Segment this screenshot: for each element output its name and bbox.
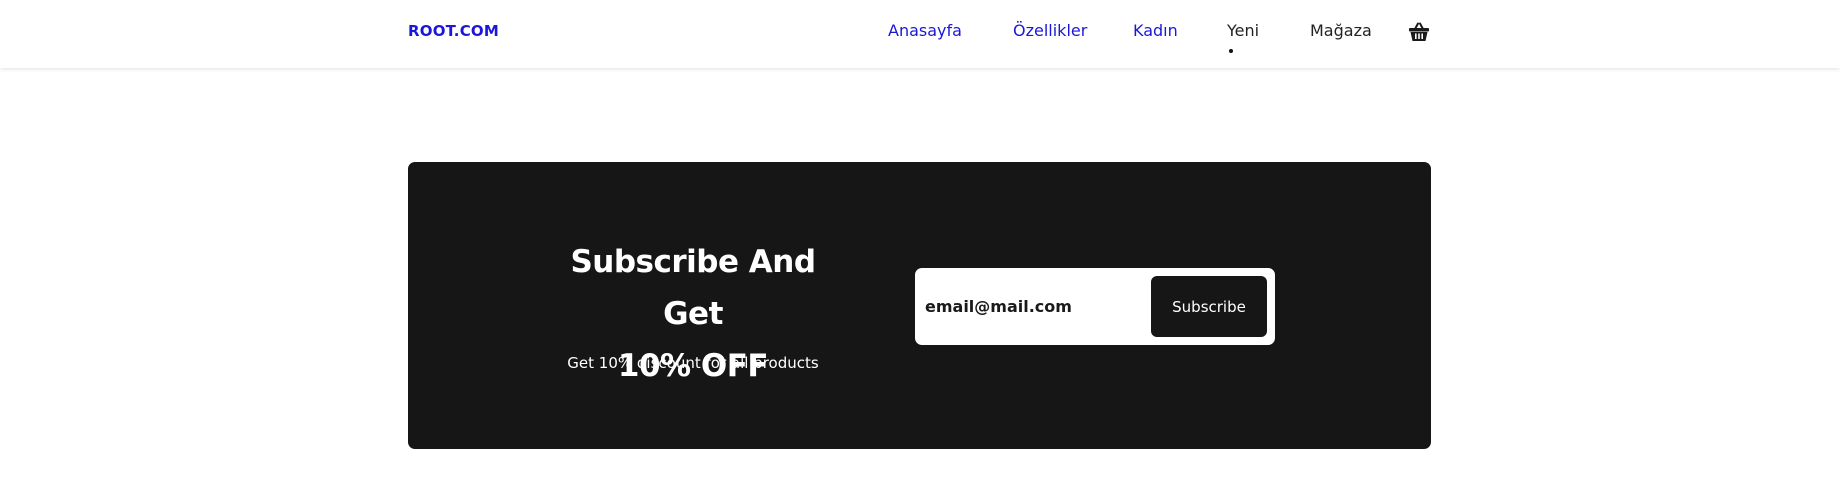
nav-item-kadin[interactable]: Kadın: [1133, 21, 1178, 40]
subscribe-subtext: Get 10% discount for all products: [567, 354, 819, 372]
subscribe-heading-line1: Subscribe And Get: [570, 244, 816, 332]
subscribe-banner: Subscribe And Get 10% OFF Get 10% discou…: [408, 162, 1431, 449]
site-logo[interactable]: ROOT.COM: [408, 22, 499, 40]
nav-item-anasayfa[interactable]: Anasayfa: [888, 21, 962, 40]
active-indicator-dot: [1229, 49, 1233, 53]
nav-item-magaza[interactable]: Mağaza: [1310, 21, 1372, 40]
subscribe-button[interactable]: Subscribe: [1151, 276, 1267, 337]
page: ROOT.COM Anasayfa Özellikler Kadın Yeni …: [0, 0, 1840, 499]
top-navbar: ROOT.COM Anasayfa Özellikler Kadın Yeni …: [0, 0, 1840, 68]
nav-item-yeni-label: Yeni: [1227, 21, 1260, 40]
nav-item-ozellikler[interactable]: Özellikler: [1013, 21, 1087, 40]
email-input[interactable]: [925, 288, 1145, 324]
subscribe-form: Subscribe: [915, 268, 1275, 345]
nav-item-yeni[interactable]: Yeni: [1227, 21, 1260, 53]
shopping-basket-icon[interactable]: [1408, 21, 1430, 43]
shopping-basket-icon-graphic: [1409, 22, 1429, 41]
